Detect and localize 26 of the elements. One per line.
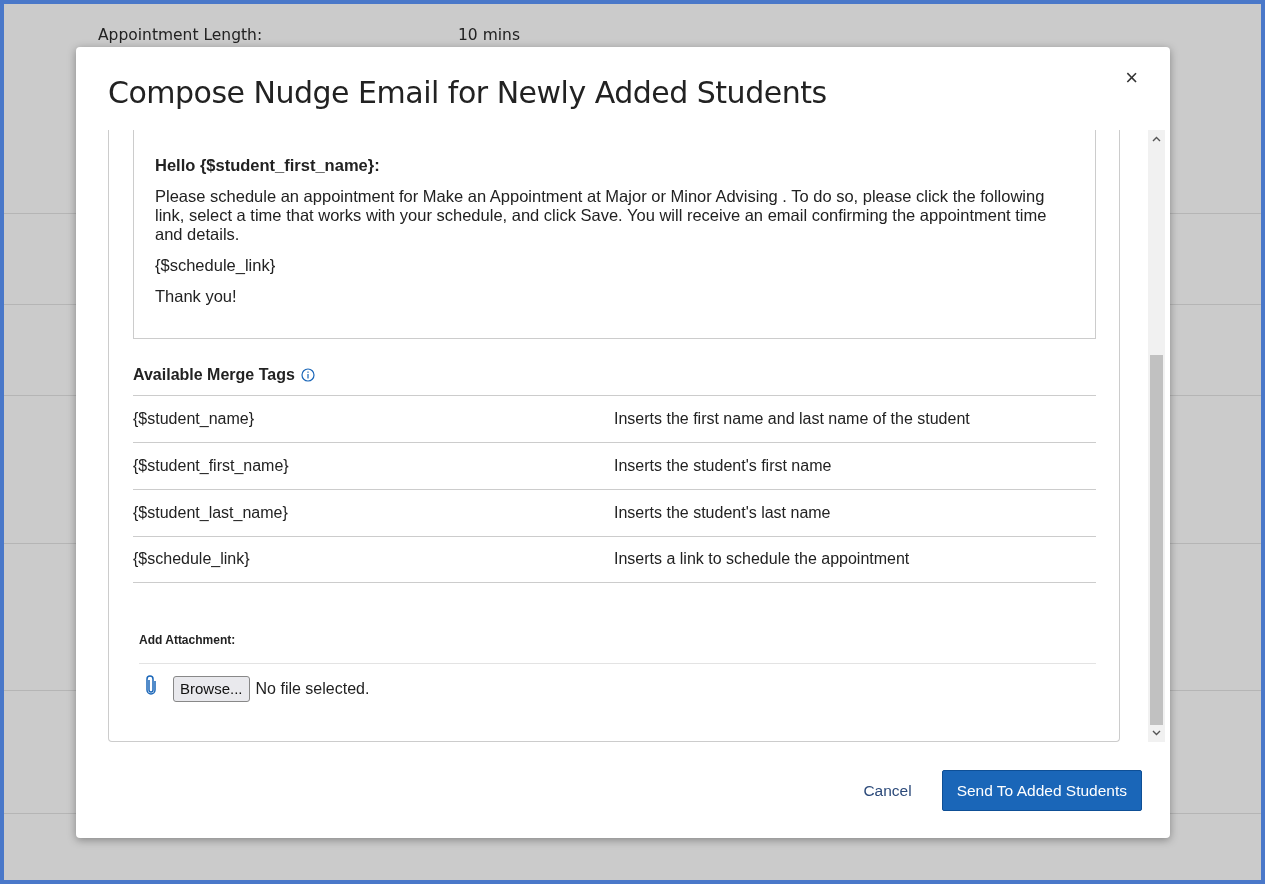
file-status: No file selected. bbox=[255, 679, 370, 700]
merge-tag: {$student_name} bbox=[133, 406, 614, 431]
field-label: Appointment Length: bbox=[98, 25, 264, 46]
tag-description: Inserts the first name and last name of the student bbox=[614, 408, 970, 429]
scroll-down-icon[interactable] bbox=[1152, 730, 1161, 736]
scroll-up-icon[interactable] bbox=[1152, 136, 1161, 142]
tag-description: Inserts a link to schedule the appointment bbox=[614, 549, 910, 570]
cancel-button[interactable]: Cancel bbox=[857, 778, 918, 804]
modal-title: Compose Nudge Email for Newly Added Students bbox=[108, 75, 827, 111]
tag-description: Inserts the student's first name bbox=[614, 455, 832, 476]
merge-tag: {$schedule_link} bbox=[133, 547, 614, 572]
browse-button[interactable]: Browse... bbox=[173, 675, 250, 703]
close-button[interactable]: × bbox=[1125, 67, 1138, 89]
paperclip-icon bbox=[145, 675, 157, 696]
email-paragraph: Thank you! bbox=[155, 286, 238, 306]
tag-description: Inserts the student's last name bbox=[614, 502, 831, 523]
attachment-label: Add Attachment: bbox=[139, 630, 1096, 664]
merge-tag: {$student_first_name} bbox=[133, 453, 614, 478]
email-paragraph: {$schedule_link} bbox=[155, 255, 277, 275]
email-greeting: Hello {$student_first_name}: bbox=[155, 156, 381, 175]
send-button[interactable]: Send To Added Students bbox=[941, 770, 1142, 812]
merge-tag: {$student_last_name} bbox=[133, 500, 614, 525]
email-paragraph: Please schedule an appointment for Make an Appointment at Major or Minor Advising . To do so, please click the following link, select a time that works with your schedule, and click Save. You will receive an email confirming the appointment time and details. bbox=[155, 186, 1048, 244]
section-heading: Available Merge Tags bbox=[133, 364, 295, 385]
field-value: 10 mins bbox=[458, 25, 520, 46]
info-icon[interactable] bbox=[300, 367, 315, 382]
